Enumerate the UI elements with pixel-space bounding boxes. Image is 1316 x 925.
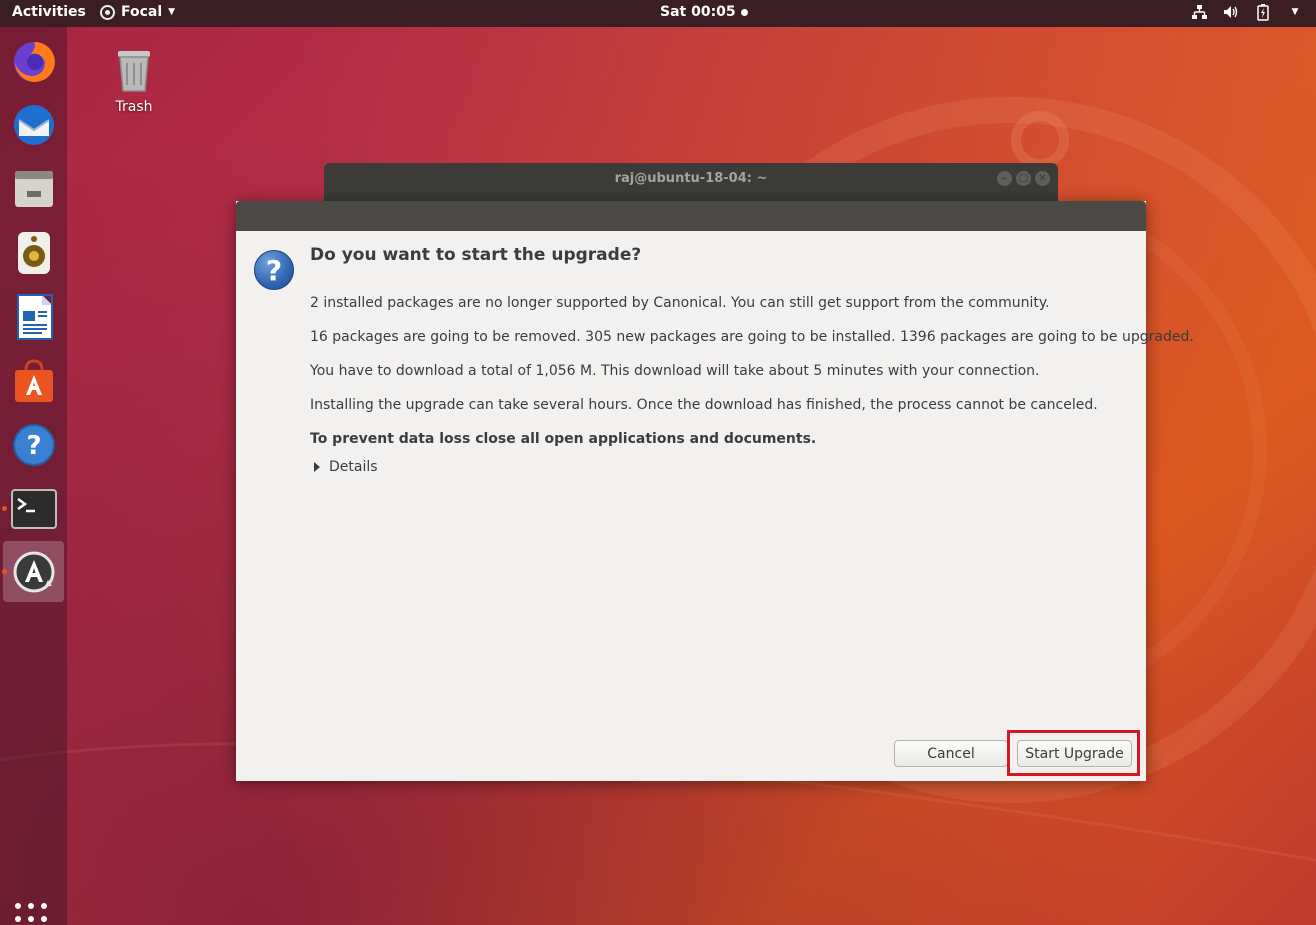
- dock-item-software[interactable]: [3, 350, 64, 411]
- app-menu[interactable]: Focal ▼: [100, 4, 175, 20]
- dock-item-thunderbird[interactable]: [3, 94, 64, 155]
- start-upgrade-button[interactable]: Start Upgrade: [1017, 740, 1132, 767]
- expander-arrow-icon: [314, 462, 320, 472]
- dock-item-writer[interactable]: [3, 286, 64, 347]
- desktop-trash[interactable]: Trash: [104, 45, 164, 115]
- close-icon[interactable]: ✕: [1035, 171, 1050, 186]
- show-applications-button[interactable]: [15, 903, 51, 925]
- system-tray[interactable]: ▼: [1190, 3, 1304, 21]
- rhythmbox-icon: [17, 231, 50, 274]
- dialog-titlebar[interactable]: [236, 201, 1146, 231]
- help-icon: ?: [12, 423, 55, 466]
- terminal-window-title: raj@ubuntu-18-04: ~: [614, 171, 768, 186]
- dialog-heading: Do you want to start the upgrade?: [310, 245, 642, 265]
- dock-item-rhythmbox[interactable]: [3, 222, 64, 283]
- dock-item-software-updater[interactable]: [2, 541, 64, 602]
- cancel-button[interactable]: Cancel: [894, 740, 1008, 767]
- software-center-icon: [14, 358, 53, 402]
- software-updater-icon: [13, 551, 54, 592]
- dock-item-firefox[interactable]: [3, 30, 64, 91]
- app-menu-icon: [100, 4, 115, 20]
- trash-label: Trash: [115, 99, 153, 115]
- svg-text:?: ?: [26, 431, 41, 461]
- chevron-down-icon[interactable]: ▼: [1286, 3, 1304, 21]
- trash-icon: [118, 51, 150, 92]
- maximize-icon[interactable]: □: [1016, 171, 1031, 186]
- chevron-down-icon: ▼: [168, 7, 176, 17]
- dialog-text-line: 16 packages are going to be removed. 305…: [310, 329, 1194, 345]
- activities-button[interactable]: Activities: [12, 4, 86, 20]
- files-icon: [14, 170, 53, 207]
- notification-dot-icon: [740, 8, 748, 16]
- dock: ?: [0, 27, 67, 925]
- network-icon[interactable]: [1190, 3, 1208, 21]
- details-expander[interactable]: Details: [314, 459, 378, 475]
- dock-item-help[interactable]: ?: [3, 414, 64, 475]
- running-indicator: [2, 506, 7, 511]
- clock[interactable]: Sat 00:05: [660, 4, 748, 20]
- libreoffice-writer-icon: [16, 293, 53, 340]
- details-label: Details: [329, 459, 378, 475]
- battery-icon[interactable]: [1254, 3, 1272, 21]
- window-controls: – □ ✕: [997, 171, 1050, 186]
- dialog-warning: To prevent data loss close all open appl…: [310, 431, 817, 447]
- dock-item-terminal[interactable]: [2, 478, 64, 539]
- thunderbird-icon: [13, 104, 54, 145]
- dialog-text-line: You have to download a total of 1,056 M.…: [310, 363, 1040, 379]
- app-menu-label: Focal: [121, 4, 163, 20]
- volume-icon[interactable]: [1222, 3, 1240, 21]
- top-bar: Activities Focal ▼ Sat 00:05 ▼: [0, 0, 1316, 27]
- dock-item-files[interactable]: [3, 158, 64, 219]
- minimize-icon[interactable]: –: [997, 171, 1012, 186]
- dialog-text-line: Installing the upgrade can take several …: [310, 397, 1098, 413]
- clock-label: Sat 00:05: [660, 4, 736, 20]
- running-indicator: [2, 569, 7, 574]
- question-icon: ?: [254, 250, 294, 290]
- upgrade-dialog: ? Do you want to start the upgrade? 2 in…: [236, 201, 1194, 781]
- dialog-text-line: 2 installed packages are no longer suppo…: [310, 295, 1050, 311]
- terminal-icon: [10, 488, 57, 529]
- firefox-icon: [13, 41, 55, 82]
